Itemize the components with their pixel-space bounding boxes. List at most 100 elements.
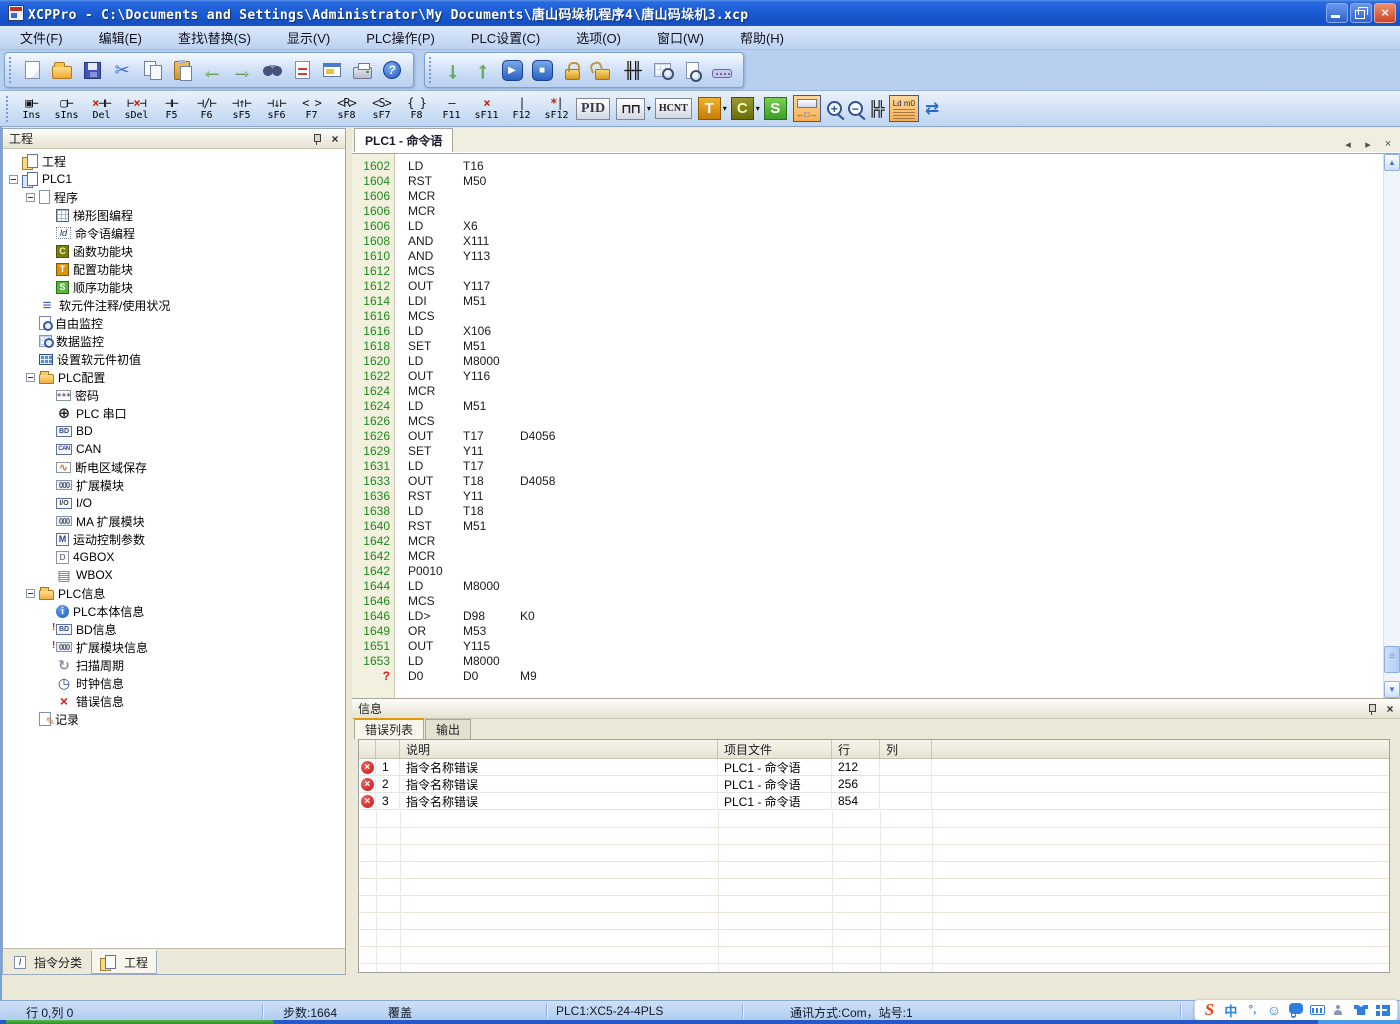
hline-button[interactable]: — F11: [434, 93, 469, 125]
tree-item-4gbox[interactable]: 4GBOX: [3, 548, 345, 566]
menu-options[interactable]: 选项(O): [564, 25, 633, 50]
tree-item-free-monitor[interactable]: 自由监控: [3, 314, 345, 332]
zoom-in-button[interactable]: +: [827, 101, 844, 116]
tree-item-plc-serial[interactable]: PLC 串口: [3, 404, 345, 422]
instruction-line[interactable]: 1612 OUT Y117: [352, 278, 1383, 293]
contact-no-button[interactable]: ⊣⊢ F5: [154, 93, 189, 125]
tree-item-module-info[interactable]: 扩展模块信息: [3, 638, 345, 656]
toolbar-grip-icon[interactable]: [6, 96, 10, 122]
zoom-out-button[interactable]: −: [848, 101, 865, 116]
instruction-line[interactable]: 1642 MCR: [352, 533, 1383, 548]
tab-output[interactable]: 输出: [425, 719, 471, 739]
tree-expand-icon[interactable]: [9, 175, 18, 184]
tree-item-bd-info[interactable]: BD信息: [3, 620, 345, 638]
instruction-line[interactable]: 1620 LD M8000: [352, 353, 1383, 368]
data-monitor-button[interactable]: [647, 55, 677, 85]
paste-button[interactable]: [167, 55, 197, 85]
upload-program-button[interactable]: [467, 55, 497, 85]
close-panel-icon[interactable]: ×: [1384, 703, 1396, 715]
back-button[interactable]: [197, 55, 227, 85]
instruction-line[interactable]: 1624 MCR: [352, 383, 1383, 398]
close-panel-icon[interactable]: ×: [329, 133, 341, 145]
column-width-button[interactable]: [793, 95, 823, 122]
header-col[interactable]: 列: [880, 740, 932, 758]
close-button[interactable]: ×: [1374, 3, 1396, 23]
new-button[interactable]: [17, 55, 47, 85]
menu-view[interactable]: 显示(V): [275, 25, 342, 50]
coil-set-button[interactable]: <S> sF7: [364, 93, 399, 125]
tree-item-device-init[interactable]: 设置软元件初值: [3, 350, 345, 368]
run-plc-button[interactable]: [497, 55, 527, 85]
contact-falling-button[interactable]: ⊣↓⊢ sF6: [259, 93, 294, 125]
insert-row-button[interactable]: ▢⊢ sIns: [49, 93, 84, 125]
toolbox-icon[interactable]: [1333, 1005, 1347, 1015]
chinese-mode-icon[interactable]: 中: [1224, 1002, 1238, 1018]
pin-icon[interactable]: [1366, 703, 1378, 715]
print-button[interactable]: [347, 55, 377, 85]
dropdown-arrow-icon[interactable]: ▾: [723, 104, 727, 113]
header-description[interactable]: 说明: [400, 740, 718, 758]
menu-plc-operate[interactable]: PLC操作(P): [354, 25, 447, 50]
header-project-file[interactable]: 项目文件: [718, 740, 832, 758]
unlock-button[interactable]: [587, 55, 617, 85]
instruction-line[interactable]: 1651 OUT Y115: [352, 638, 1383, 653]
timer-block-button[interactable]: T ▾: [698, 97, 727, 120]
tree-item-power-save[interactable]: 断电区域保存: [3, 458, 345, 476]
delete-vline-button[interactable]: *| sF12: [539, 93, 574, 125]
instruction-list-editor[interactable]: 1602 LD T16 1604 RST M50: [352, 153, 1400, 698]
instruction-line[interactable]: 1653 LD M8000: [352, 653, 1383, 668]
menu-edit[interactable]: 编辑(E): [87, 25, 154, 50]
ladder-view-button[interactable]: ╠╬: [869, 100, 885, 118]
contact-nc-button[interactable]: ⊣/⊢ F6: [189, 93, 224, 125]
tree-item-device-comment[interactable]: 软元件注释/使用状况: [3, 296, 345, 314]
microphone-icon[interactable]: [1289, 1003, 1303, 1014]
tree-item-sequence-block[interactable]: 顺序功能块: [3, 278, 345, 296]
punctuation-icon[interactable]: °,: [1245, 1002, 1259, 1018]
tab-project[interactable]: 工程: [91, 950, 157, 974]
tree-item-can[interactable]: CAN: [3, 440, 345, 458]
dropdown-arrow-icon[interactable]: ▾: [756, 104, 760, 113]
instruction-line[interactable]: 1606 MCR: [352, 188, 1383, 203]
instruction-line[interactable]: 1608 AND X111: [352, 233, 1383, 248]
insert-button[interactable]: ▣⊢ Ins: [14, 93, 49, 125]
cut-button[interactable]: [107, 55, 137, 85]
instruction-line[interactable]: ? D0 D0 M9: [352, 668, 1383, 683]
instruction-line[interactable]: 1640 RST M51: [352, 518, 1383, 533]
instruction-line[interactable]: 1616 MCS: [352, 308, 1383, 323]
instruction-line[interactable]: 1638 LD T18: [352, 503, 1383, 518]
instruction-line[interactable]: 1610 AND Y113: [352, 248, 1383, 263]
tree-expand-icon[interactable]: [26, 589, 35, 598]
instruction-line[interactable]: 1606 MCR: [352, 203, 1383, 218]
open-button[interactable]: [47, 55, 77, 85]
tree-item-wbox[interactable]: WBOX: [3, 566, 345, 584]
instruction-line[interactable]: 1612 MCS: [352, 263, 1383, 278]
tree-item-plc1[interactable]: PLC1: [3, 170, 345, 188]
tree-expand-icon[interactable]: [26, 193, 35, 202]
dropdown-arrow-icon[interactable]: ▾: [647, 104, 651, 113]
help-button[interactable]: [377, 55, 407, 85]
tree-item-plc-body-info[interactable]: PLC本体信息: [3, 602, 345, 620]
pin-icon[interactable]: [311, 133, 323, 145]
counter-block-button[interactable]: C ▾: [731, 97, 760, 120]
sequence-block-button[interactable]: S: [764, 97, 789, 120]
skin-icon[interactable]: [1354, 1005, 1368, 1015]
tree-item-data-monitor[interactable]: 数据监控: [3, 332, 345, 350]
contact-rising-button[interactable]: ⊣↑⊢ sF5: [224, 93, 259, 125]
window-layout-button[interactable]: [317, 55, 347, 85]
instruction-line[interactable]: 1626 OUT T17 D4056: [352, 428, 1383, 443]
instruction-line[interactable]: 1626 MCS: [352, 413, 1383, 428]
instruction-line[interactable]: 1646 LD> D98 K0: [352, 608, 1383, 623]
scrollbar-thumb[interactable]: [1384, 646, 1400, 673]
toolbar-grip-icon[interactable]: [429, 57, 433, 83]
instruction-line[interactable]: 1614 LDI M51: [352, 293, 1383, 308]
vertical-scrollbar[interactable]: ▲ ▼: [1383, 154, 1400, 698]
tree-item-password[interactable]: 密码: [3, 386, 345, 404]
keyboard-icon[interactable]: [1310, 1005, 1325, 1015]
instruction-line[interactable]: 1649 OR M53: [352, 623, 1383, 638]
menu-file[interactable]: 文件(F): [8, 25, 75, 50]
minimize-button[interactable]: [1326, 3, 1348, 23]
tree-item-ladder-edit[interactable]: 梯形图编程: [3, 206, 345, 224]
tree-item-config-block[interactable]: 配置功能块: [3, 260, 345, 278]
document-search-button[interactable]: [677, 55, 707, 85]
tab-close-icon[interactable]: ×: [1380, 136, 1396, 152]
